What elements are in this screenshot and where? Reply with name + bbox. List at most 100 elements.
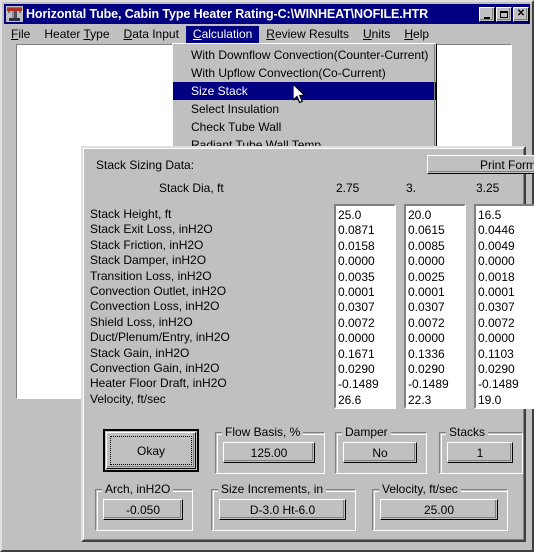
field-flow-basis[interactable]: 125.00	[223, 442, 315, 463]
value-cell: 26.6	[338, 392, 362, 407]
value-cell: 0.0085	[408, 238, 445, 253]
menu-heater-type[interactable]: Heater Type	[37, 26, 116, 43]
menu-data-input[interactable]: Data Input	[117, 26, 186, 43]
field-size-increments-in[interactable]: D-3.0 Ht-6.0	[219, 499, 346, 520]
value-cell: 0.0000	[338, 254, 375, 269]
value-cell: -0.1489	[408, 377, 449, 392]
menu-item-size-stack[interactable]: Size Stack	[173, 82, 436, 100]
value-cell: 0.1671	[338, 346, 375, 361]
group-size-increments-in: Size Increments, in D-3.0 Ht-6.0	[211, 483, 356, 531]
value-cell: 0.0001	[478, 284, 515, 299]
close-button[interactable]: ✕	[513, 6, 529, 22]
value-cell: 0.0871	[338, 223, 375, 238]
minimize-button[interactable]	[479, 6, 495, 22]
print-form-button[interactable]: Print Form	[427, 155, 534, 174]
field-value: No	[372, 445, 388, 460]
row-label: Heater Floor Draft, inH2O	[90, 376, 227, 391]
value-cell: 0.0001	[408, 284, 445, 299]
menu-units[interactable]: Units	[356, 26, 397, 43]
maximize-button[interactable]	[496, 6, 512, 22]
accelerator-char: U	[363, 26, 372, 41]
value-cell: 0.0072	[478, 315, 515, 330]
value-cell: 0.0000	[408, 331, 445, 346]
value-column-inner: 20.0 0.0615 0.0085 0.0000 0.0025 0.0001 0.0307…	[406, 206, 449, 407]
row-label: Convection Loss, inH2O	[90, 299, 220, 314]
accelerator-char: C	[192, 26, 202, 41]
value-cell: 0.1103	[478, 346, 514, 361]
value-cell: 25.0	[338, 208, 362, 222]
field-value: 25.00	[423, 502, 455, 517]
value-cell: 0.0072	[338, 315, 375, 330]
okay-button[interactable]: Okay	[106, 432, 196, 469]
field-arch-inh2o[interactable]: -0.050	[103, 499, 183, 520]
group-legend: Stacks	[446, 426, 489, 438]
menu-bar: File Heater Type Data Input Calculation Revi…	[4, 25, 530, 43]
focus-rectangle	[110, 436, 192, 465]
value-cell: 0.1336	[408, 346, 445, 361]
accelerator-char: D	[123, 26, 133, 41]
row-label: Stack Gain, inH2O	[90, 345, 190, 360]
group-stacks: Stacks 1	[439, 426, 523, 474]
value-cell: 0.0000	[478, 254, 515, 269]
row-label: Transition Loss, inH2O	[90, 268, 212, 283]
field-damper[interactable]: No	[343, 442, 417, 463]
value-column-3[interactable]: 16.5 0.0446 0.0049 0.0000 0.0018 0.0001 0.0307…	[474, 204, 534, 409]
stack-dia-header-label: Stack Dia, ft	[159, 181, 224, 195]
accelerator-char: F	[11, 26, 19, 41]
field-value: 125.00	[250, 445, 288, 460]
value-cell: 0.0018	[478, 269, 515, 284]
group-legend: Damper	[342, 426, 391, 438]
menu-file[interactable]: File	[4, 26, 37, 43]
row-label: Shield Loss, inH2O	[90, 314, 193, 329]
value-column-2[interactable]: 20.0 0.0615 0.0085 0.0000 0.0025 0.0001 0.0307…	[404, 204, 466, 409]
group-legend: Velocity, ft/sec	[379, 483, 461, 495]
okay-button-default-frame: Okay	[103, 429, 199, 472]
menu-item-with-upflow-convection-co-current[interactable]: With Upflow Convection(Co-Current)	[173, 64, 436, 82]
value-cell: 0.0307	[478, 300, 515, 315]
stack-sizing-dialog: Stack Sizing Data: Print Form Stack Dia,…	[81, 146, 534, 542]
row-labels-list: Stack Height, ft Stack Exit Loss, inH2O St…	[90, 207, 260, 407]
value-cell: 0.0000	[478, 331, 515, 346]
heater-icon[interactable]	[6, 6, 23, 22]
field-velocity-ft-sec[interactable]: 25.00	[380, 499, 498, 520]
group-legend: Flow Basis, %	[222, 426, 304, 438]
heater-icon-glyph	[6, 6, 23, 22]
group-flow-basis: Flow Basis, % 125.00	[215, 426, 325, 474]
value-cell: 0.0035	[338, 269, 375, 284]
group-legend: Arch, inH2O	[102, 483, 174, 495]
group-legend: Size Increments, in	[218, 483, 327, 495]
group-arch-inh2o: Arch, inH2O -0.050	[95, 483, 193, 531]
row-label: Velocity, ft/sec	[90, 391, 166, 406]
field-value: D-3.0 Ht-6.0	[249, 502, 316, 517]
value-cell: 22.3	[408, 392, 432, 407]
menu-item-with-downflow-convection-counter-current[interactable]: With Downflow Convection(Counter-Current…	[173, 46, 436, 64]
value-cell: 20.0	[408, 208, 432, 222]
field-stacks[interactable]: 1	[447, 442, 513, 463]
maximize-icon	[497, 8, 511, 21]
value-cell: 0.0158	[338, 238, 375, 253]
menu-help[interactable]: Help	[397, 26, 436, 43]
value-cell: 0.0615	[408, 223, 445, 238]
value-cell: 0.0307	[408, 300, 445, 315]
row-label: Stack Exit Loss, inH2O	[90, 222, 213, 237]
row-label: Stack Damper, inH2O	[90, 253, 207, 268]
column-header-2: 3.	[406, 181, 417, 195]
field-value: 1	[476, 445, 484, 460]
column-header-3: 3.25	[476, 181, 500, 195]
value-cell: 0.0025	[408, 269, 445, 284]
value-cell: 16.5	[478, 208, 502, 222]
row-label: Convection Outlet, inH2O	[90, 283, 227, 298]
menu-review-results[interactable]: Review Results	[259, 26, 356, 43]
field-value: -0.050	[125, 502, 161, 517]
value-cell: 0.0000	[408, 254, 445, 269]
title-bar: Horizontal Tube, Cabin Type Heater Ratin…	[4, 4, 530, 24]
window-title: Horizontal Tube, Cabin Type Heater Ratin…	[26, 7, 429, 21]
menu-calculation[interactable]: Calculation	[185, 25, 260, 43]
calculation-dropdown-menu: With Downflow Convection(Counter-Current…	[172, 43, 437, 157]
menu-item-select-insulation[interactable]: Select Insulation	[173, 100, 436, 118]
value-cell: 19.0	[478, 392, 502, 407]
value-column-1[interactable]: 25.0 0.0871 0.0158 0.0000 0.0035 0.0001 0.0307…	[334, 204, 396, 409]
value-cell: 0.0000	[338, 331, 375, 346]
value-cell: 0.0290	[338, 361, 375, 376]
menu-item-check-tube-wall[interactable]: Check Tube Wall	[173, 118, 436, 136]
